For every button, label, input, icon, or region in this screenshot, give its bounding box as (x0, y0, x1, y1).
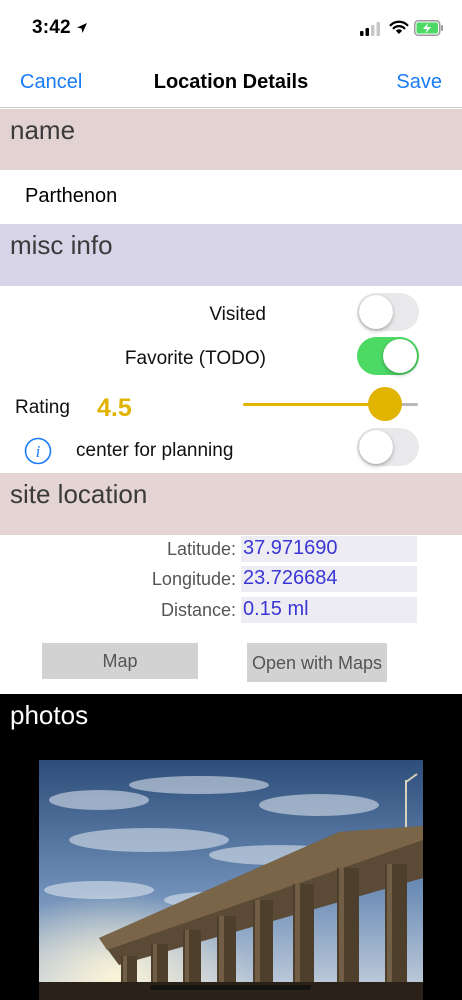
signal-icon (360, 22, 382, 41)
open-with-maps-button[interactable]: Open with Maps (247, 643, 387, 682)
visited-toggle[interactable] (357, 293, 419, 331)
center-for-planning-label: center for planning (76, 440, 234, 461)
name-field[interactable]: Parthenon (25, 185, 117, 208)
map-button[interactable]: Map (42, 643, 198, 679)
latitude-value: 37.971690 (241, 536, 417, 562)
center-for-planning-toggle[interactable] (357, 428, 419, 466)
photos-section-header: photos (10, 700, 89, 730)
rating-label: Rating (15, 397, 70, 418)
home-indicator[interactable] (150, 985, 311, 990)
toggle-knob (359, 430, 393, 464)
visited-label: Visited (209, 304, 266, 325)
navigation-bar: Cancel Location Details Save (0, 56, 462, 108)
distance-label: Distance: (160, 600, 236, 620)
wifi-icon (389, 19, 409, 40)
site-location-section-header: site location (0, 473, 462, 535)
longitude-label: Longitude: (151, 569, 236, 589)
name-section-header: name (0, 109, 462, 170)
page-title: Location Details (153, 71, 309, 93)
rating-slider-track-filled[interactable] (243, 403, 385, 406)
toggle-knob (359, 295, 393, 329)
info-icon[interactable]: i (24, 437, 52, 470)
status-bar: 3:42 (0, 0, 462, 56)
toggle-knob (383, 339, 417, 373)
favorite-label: Favorite (TODO) (124, 348, 266, 369)
save-button[interactable]: Save (396, 71, 442, 94)
photos-section: photos (0, 694, 462, 1000)
longitude-value: 23.726684 (241, 566, 417, 592)
battery-charging-icon (414, 20, 444, 41)
status-time: 3:42 (32, 17, 71, 38)
rating-value: 4.5 (97, 394, 132, 422)
misc-info-section-header: misc info (0, 224, 462, 286)
latitude-label: Latitude: (166, 539, 236, 559)
parthenon-photo[interactable] (39, 760, 423, 1000)
distance-value: 0.15 ml (241, 597, 417, 623)
favorite-toggle[interactable] (357, 337, 419, 375)
location-arrow-icon (76, 21, 88, 39)
svg-text:i: i (36, 442, 41, 461)
rating-slider-thumb[interactable] (368, 387, 402, 421)
